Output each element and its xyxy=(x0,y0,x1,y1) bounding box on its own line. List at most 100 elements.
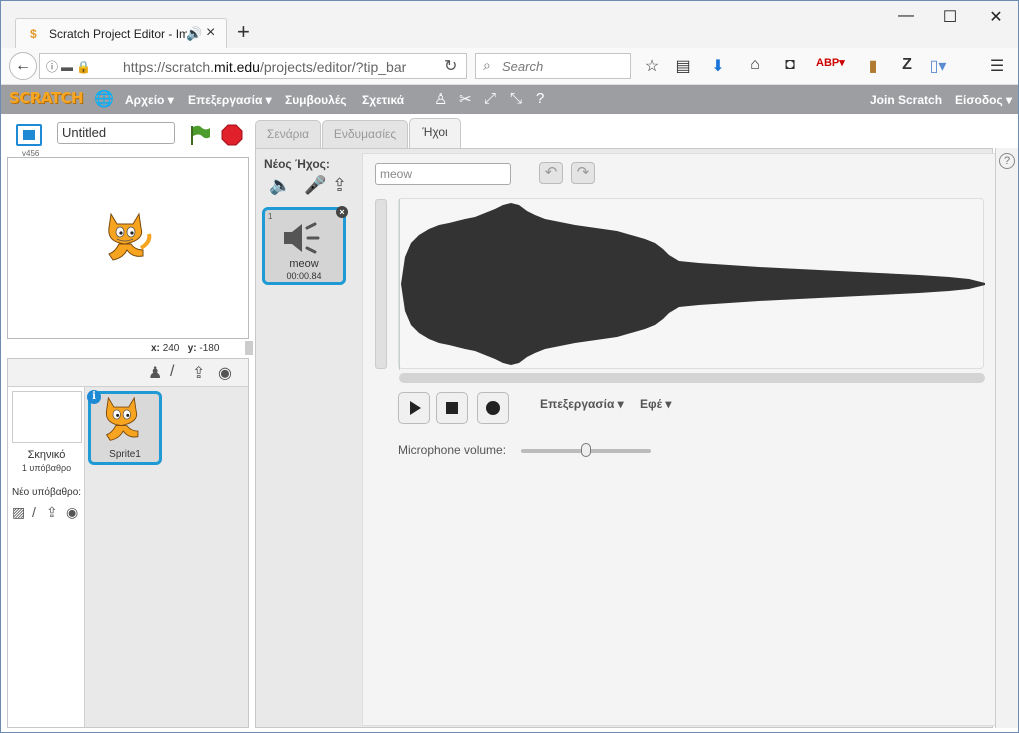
delete-scissors-icon[interactable]: ✂ xyxy=(459,90,472,108)
shrink-icon[interactable]: ⤡ xyxy=(510,90,522,107)
search-bar[interactable]: ⌕ Search xyxy=(475,53,631,79)
tab-sounds[interactable]: Ήχοι xyxy=(409,118,461,148)
title-bar: $ Scratch Project Editor - Imagine, Prog… xyxy=(1,1,1018,48)
backdrop-library-icon[interactable]: ▨ xyxy=(12,504,25,521)
stage-column: Σκηνικό 1 υπόβαθρο Νέο υπόβαθρο: ▨ / ⇪ ◉ xyxy=(8,387,85,727)
stop-sign-icon[interactable] xyxy=(221,124,243,146)
browser-window: $ Scratch Project Editor - Imagine, Prog… xyxy=(0,0,1019,733)
tab-scripts[interactable]: Σενάρια xyxy=(255,120,321,148)
back-button[interactable]: ← xyxy=(9,52,37,80)
sprite-library: ♟ / ⇪ ◉ Σκηνικό 1 υπόβαθρο Νέο υπόβαθρο:… xyxy=(7,358,249,728)
new-sound-label: Νέος Ήχος: xyxy=(264,157,330,171)
grow-icon[interactable]: ⤢ xyxy=(484,90,496,107)
play-icon xyxy=(410,401,421,415)
sound-editor: Νέος Ήχος: 🔈 🎤 ⇪ 1 × meow 00:00.84 meow … xyxy=(255,148,996,728)
project-title-input[interactable]: Untitled xyxy=(57,122,175,144)
minimize-button[interactable]: — xyxy=(883,7,929,25)
camera-sprite-icon[interactable]: ◉ xyxy=(218,363,232,383)
paint-backdrop-icon[interactable]: / xyxy=(32,504,36,520)
sound-item-name: meow xyxy=(289,258,319,270)
tab-close-icon[interactable]: × xyxy=(206,24,215,42)
waveform xyxy=(399,199,985,370)
microphone-volume-knob[interactable] xyxy=(581,443,591,457)
record-icon xyxy=(486,401,500,415)
waveform-zoom-scrollbar[interactable] xyxy=(375,199,387,369)
record-microphone-icon[interactable]: 🎤 xyxy=(304,175,326,196)
stage-thumbnail[interactable] xyxy=(12,391,82,443)
speaker-icon[interactable]: 🔊 xyxy=(186,26,202,42)
search-icon: ⌕ xyxy=(483,57,491,73)
paint-sprite-icon[interactable]: / xyxy=(170,363,174,381)
hamburger-menu-icon[interactable]: ☰ xyxy=(986,56,1008,76)
stop-button[interactable] xyxy=(436,392,468,424)
stage-header: v456 Untitled xyxy=(1,114,250,158)
edit-menu[interactable]: Επεξεργασία ▾ xyxy=(540,397,624,411)
reload-icon[interactable]: ↻ xyxy=(444,56,457,76)
notebook-icon[interactable]: ▮ xyxy=(862,56,884,76)
microphone-volume-label: Microphone volume: xyxy=(398,443,507,457)
close-window-button[interactable]: ✕ xyxy=(973,7,1019,27)
menu-edit[interactable]: Επεξεργασία ▾ xyxy=(188,93,272,107)
sign-in-menu[interactable]: Είσοδος ▾ xyxy=(955,93,1012,107)
sound-list-item[interactable]: 1 × meow 00:00.84 xyxy=(262,206,348,285)
language-globe-icon[interactable]: 🌐 xyxy=(94,89,114,109)
url-bar[interactable]: ⓘ▬🔒 https://scratch.mit.edu/projects/edi… xyxy=(39,53,467,79)
help-sidebar: ? xyxy=(995,148,1018,728)
sprite-name: Sprite1 xyxy=(109,449,141,460)
stage-canvas[interactable] xyxy=(7,157,249,339)
redo-button[interactable]: ↷ xyxy=(571,162,595,184)
new-tab-button[interactable]: + xyxy=(237,19,250,45)
play-button[interactable] xyxy=(398,392,430,424)
stage-collapse-handle[interactable] xyxy=(245,341,253,355)
download-icon[interactable]: ⬇ xyxy=(707,56,729,76)
sprite-library-toolbar: ♟ / ⇪ ◉ xyxy=(8,359,248,387)
upload-backdrop-icon[interactable]: ⇪ xyxy=(46,504,58,521)
home-icon[interactable]: ⌂ xyxy=(744,56,766,74)
undo-button[interactable]: ↶ xyxy=(539,162,563,184)
help-icon[interactable]: ? xyxy=(999,153,1015,169)
delete-sound-icon[interactable]: × xyxy=(336,206,348,218)
green-flag-icon[interactable] xyxy=(189,124,211,146)
join-scratch-link[interactable]: Join Scratch xyxy=(870,93,942,107)
new-backdrop-label: Νέο υπόβαθρο: xyxy=(12,487,82,498)
tab-title: Scratch Project Editor - Imagine, Progra… xyxy=(49,27,187,41)
adblock-icon[interactable]: ABP▾ xyxy=(816,56,845,69)
menu-file[interactable]: Αρχείο ▾ xyxy=(125,93,174,107)
waveform-horizontal-scrollbar[interactable] xyxy=(399,373,985,383)
speaker-icon xyxy=(284,222,320,254)
backdrop-count: 1 υπόβαθρο xyxy=(21,463,72,473)
site-info-icon[interactable]: ⓘ▬🔒 xyxy=(46,58,94,75)
reading-list-icon[interactable]: ▤ xyxy=(672,56,694,76)
waveform-display[interactable] xyxy=(398,198,985,370)
duplicate-stamp-icon[interactable]: ♙ xyxy=(434,90,447,108)
choose-sprite-icon[interactable]: ♟ xyxy=(148,363,162,383)
stage-label: Σκηνικό xyxy=(27,449,66,461)
scratch-logo[interactable]: SCRATCH xyxy=(9,89,84,107)
stop-icon xyxy=(446,402,458,414)
maximize-button[interactable]: ☐ xyxy=(927,7,973,27)
record-button[interactable] xyxy=(477,392,509,424)
effects-menu[interactable]: Εφέ ▾ xyxy=(640,397,671,411)
camera-backdrop-icon[interactable]: ◉ xyxy=(66,504,78,521)
sound-panel: meow ↶ ↷ Επεξεργασία ▾ Εφέ ▾ Microphone … xyxy=(362,153,996,726)
upload-sound-icon[interactable]: ⇪ xyxy=(332,175,347,196)
menu-about[interactable]: Σχετικά xyxy=(362,93,404,107)
cat-thumbnail-icon xyxy=(105,396,139,441)
menu-tips[interactable]: Συμβουλές xyxy=(285,93,347,107)
sprite-thumbnail[interactable]: i Sprite1 xyxy=(87,390,162,465)
upload-sprite-icon[interactable]: ⇪ xyxy=(192,363,205,383)
cat-sprite[interactable] xyxy=(103,210,155,266)
browser-tab[interactable]: $ Scratch Project Editor - Imagine, Prog… xyxy=(15,18,227,48)
info-icon[interactable]: i xyxy=(87,390,101,404)
help-question-icon[interactable]: ? xyxy=(536,90,544,107)
tab-costumes[interactable]: Ενδυμασίες xyxy=(322,120,408,148)
zotero-icon[interactable]: Z xyxy=(896,56,918,74)
sound-number: 1 xyxy=(268,212,273,221)
bookmark-star-icon[interactable]: ☆ xyxy=(641,56,663,76)
presentation-mode-icon[interactable] xyxy=(16,124,42,146)
navigation-bar: ← ⓘ▬🔒 https://scratch.mit.edu/projects/e… xyxy=(1,48,1018,85)
sound-name-input[interactable]: meow xyxy=(375,163,511,185)
sound-library-icon[interactable]: 🔈 xyxy=(269,175,291,196)
page-icon[interactable]: ▯▾ xyxy=(927,56,949,76)
pocket-icon[interactable]: ◘ xyxy=(779,56,801,74)
